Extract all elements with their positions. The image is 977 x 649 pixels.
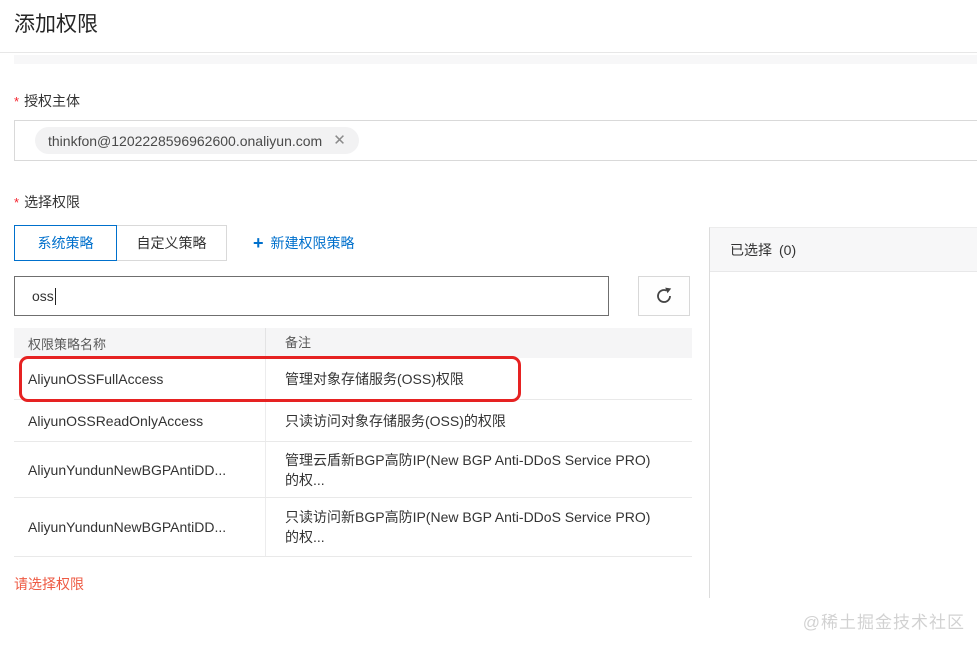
required-asterisk: * [14, 94, 20, 109]
plus-icon: + [253, 233, 264, 253]
selected-panel-title: 已选择 [730, 241, 772, 258]
selected-count: (0) [779, 241, 797, 258]
refresh-icon [655, 287, 673, 305]
table-row[interactable]: AliyunYundunNewBGPAntiDD... 只读访问新BGP高防IP… [14, 498, 692, 557]
column-header-remark: 备注 [265, 328, 692, 358]
search-input-value: oss [32, 288, 54, 304]
select-permission-label: * 选择权限 [14, 194, 81, 210]
search-input[interactable]: oss [14, 276, 609, 316]
table-header: 权限策略名称 备注 [14, 328, 692, 358]
refresh-button[interactable] [638, 276, 690, 316]
column-header-policy-name: 权限策略名称 [28, 336, 107, 352]
create-policy-link[interactable]: + 新建权限策略 [253, 225, 355, 261]
policy-name: AliyunOSSFullAccess [28, 370, 164, 387]
watermark: @稀土掘金技术社区 [802, 613, 965, 632]
validation-error-text: 请选择权限 [14, 576, 84, 592]
selected-panel-header: 已选择 (0) [710, 228, 977, 272]
content-top-strip [14, 55, 977, 64]
table-row[interactable]: AliyunOSSFullAccess 管理对象存储服务(OSS)权限 [14, 358, 692, 400]
table-row[interactable]: AliyunOSSReadOnlyAccess 只读访问对象存储服务(OSS)的… [14, 400, 692, 442]
tab-custom-policy[interactable]: 自定义策略 [117, 225, 227, 261]
selected-policies-panel: 已选择 (0) [709, 227, 977, 598]
authorization-subject-input[interactable]: thinkfon@1202228596962600.onaliyun.com ✕ [14, 120, 977, 161]
table-row[interactable]: AliyunYundunNewBGPAntiDD... 管理云盾新BGP高防IP… [14, 442, 692, 498]
page-title: 添加权限 [14, 13, 98, 36]
policy-name: AliyunYundunNewBGPAntiDD... [28, 461, 227, 478]
policy-name: AliyunYundunNewBGPAntiDD... [28, 519, 227, 535]
policy-type-tabs: 系统策略 自定义策略 [14, 225, 227, 261]
policy-remark: 只读访问新BGP高防IP(New BGP Anti-DDoS Service P… [265, 498, 692, 556]
subject-tag: thinkfon@1202228596962600.onaliyun.com ✕ [35, 127, 359, 154]
add-permission-page: 添加权限 * 授权主体 thinkfon@1202228596962600.ona… [0, 0, 977, 649]
required-asterisk: * [14, 195, 20, 210]
remove-subject-icon[interactable]: ✕ [333, 133, 346, 148]
authorization-subject-label: * 授权主体 [14, 93, 81, 109]
policy-table: 权限策略名称 备注 AliyunOSSFullAccess 管理对象存储服务(O… [14, 328, 692, 557]
header-divider [0, 52, 977, 53]
subject-tag-label: thinkfon@1202228596962600.onaliyun.com [48, 132, 323, 149]
policy-remark: 只读访问对象存储服务(OSS)的权限 [265, 400, 692, 441]
tab-system-policy[interactable]: 系统策略 [14, 225, 117, 261]
text-cursor [54, 287, 57, 305]
policy-remark: 管理对象存储服务(OSS)权限 [265, 358, 692, 399]
policy-remark: 管理云盾新BGP高防IP(New BGP Anti-DDoS Service P… [265, 442, 692, 497]
policy-name: AliyunOSSReadOnlyAccess [28, 412, 204, 429]
create-policy-label: 新建权限策略 [270, 235, 355, 251]
